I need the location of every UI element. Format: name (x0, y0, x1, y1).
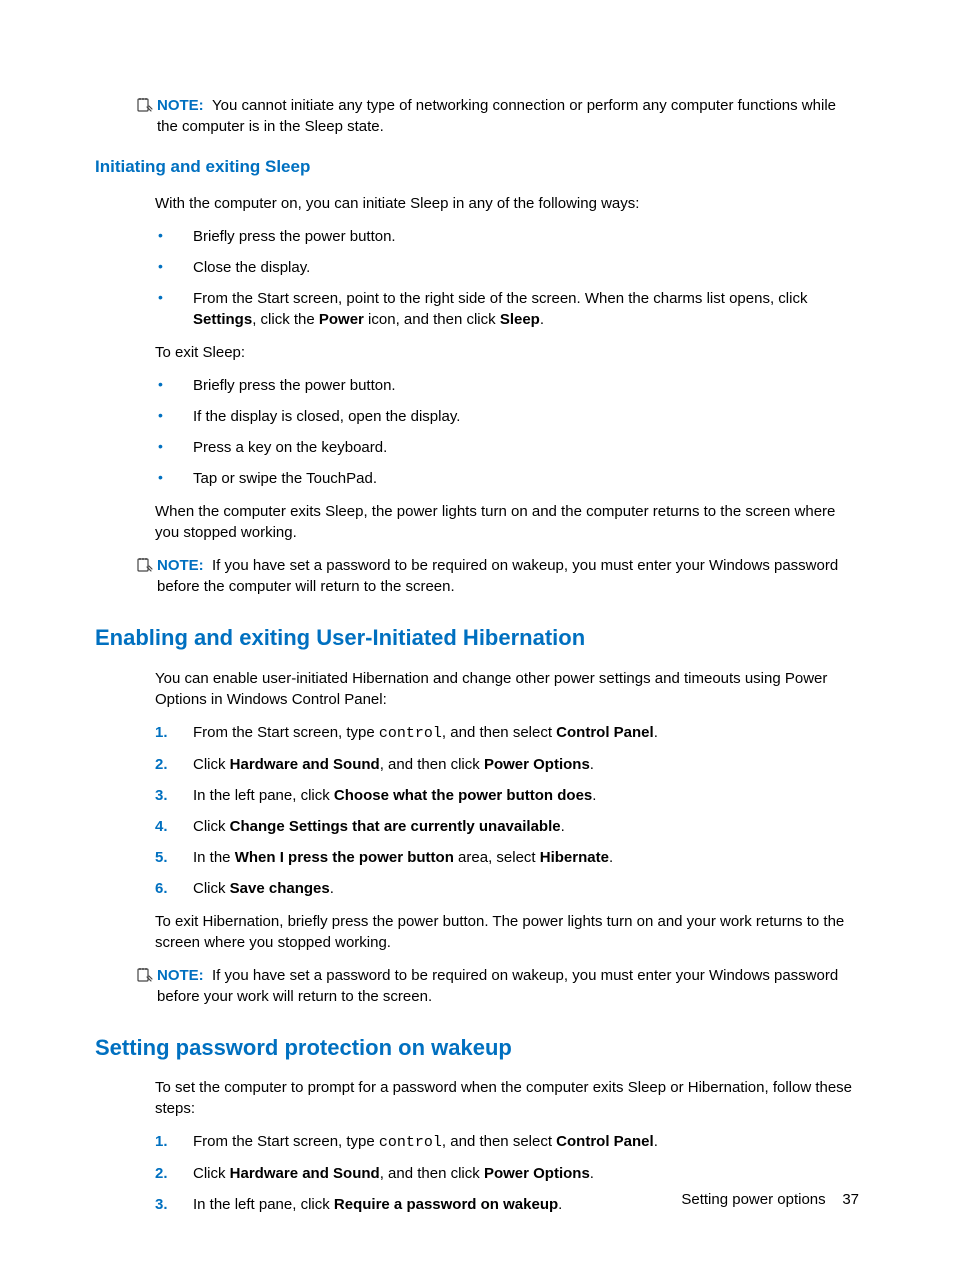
paragraph: To exit Sleep: (155, 342, 859, 363)
heading-initiating-sleep: Initiating and exiting Sleep (95, 155, 859, 179)
list-item: Click Save changes. (155, 878, 859, 899)
paragraph: When the computer exits Sleep, the power… (155, 501, 859, 543)
list-exit-sleep: Briefly press the power button. If the d… (155, 375, 859, 489)
list-item: Click Hardware and Sound, and then click… (155, 1163, 859, 1184)
note-label: NOTE: (157, 557, 204, 574)
paragraph: To set the computer to prompt for a pass… (155, 1077, 859, 1119)
list-item: Close the display. (155, 257, 859, 278)
list-item: Press a key on the keyboard. (155, 437, 859, 458)
list-item: In the When I press the power button are… (155, 847, 859, 868)
list-item: Tap or swipe the TouchPad. (155, 468, 859, 489)
heading-hibernation: Enabling and exiting User-Initiated Hibe… (95, 623, 859, 654)
note-block: NOTE: You cannot initiate any type of ne… (135, 95, 859, 137)
note-label: NOTE: (157, 97, 204, 114)
list-item: If the display is closed, open the displ… (155, 406, 859, 427)
list-initiate-sleep: Briefly press the power button. Close th… (155, 226, 859, 330)
list-item: Click Change Settings that are currently… (155, 816, 859, 837)
note-text: NOTE: If you have set a password to be r… (157, 555, 859, 597)
note-icon (135, 966, 153, 984)
note-icon (135, 556, 153, 574)
list-item: From the Start screen, type control, and… (155, 1131, 859, 1153)
note-text: NOTE: You cannot initiate any type of ne… (157, 95, 859, 137)
list-item: Briefly press the power button. (155, 226, 859, 247)
list-item: Briefly press the power button. (155, 375, 859, 396)
list-item: From the Start screen, type control, and… (155, 722, 859, 744)
page-footer: Setting power options 37 (681, 1189, 859, 1210)
heading-password-protection: Setting password protection on wakeup (95, 1033, 859, 1064)
note-block: NOTE: If you have set a password to be r… (135, 965, 859, 1007)
paragraph: With the computer on, you can initiate S… (155, 193, 859, 214)
note-label: NOTE: (157, 967, 204, 984)
note-text: NOTE: If you have set a password to be r… (157, 965, 859, 1007)
note-body: If you have set a password to be require… (157, 967, 838, 1005)
list-item: Click Hardware and Sound, and then click… (155, 754, 859, 775)
note-body: You cannot initiate any type of networki… (157, 97, 836, 135)
paragraph: You can enable user-initiated Hibernatio… (155, 668, 859, 710)
footer-section: Setting power options (681, 1191, 825, 1208)
note-block: NOTE: If you have set a password to be r… (135, 555, 859, 597)
list-item: From the Start screen, point to the righ… (155, 288, 859, 330)
note-body: If you have set a password to be require… (157, 557, 838, 595)
paragraph: To exit Hibernation, briefly press the p… (155, 911, 859, 953)
note-icon (135, 96, 153, 114)
footer-page-number: 37 (842, 1191, 859, 1208)
list-item: In the left pane, click Choose what the … (155, 785, 859, 806)
list-hibernation-steps: From the Start screen, type control, and… (155, 722, 859, 899)
